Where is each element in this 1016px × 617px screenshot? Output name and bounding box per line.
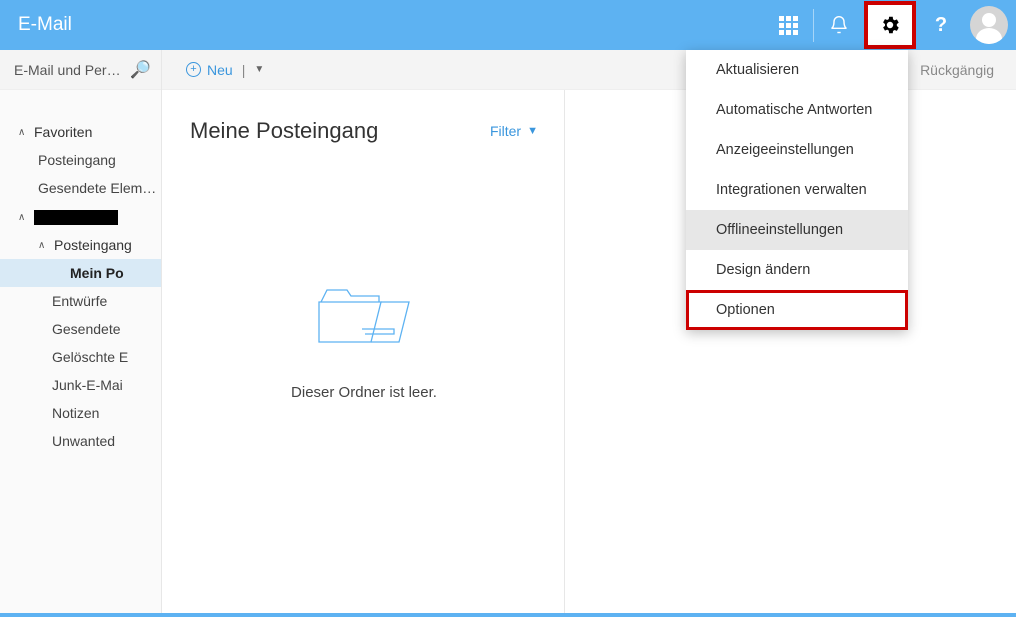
chevron-up-icon: ∧ — [38, 240, 48, 251]
filter-dropdown[interactable]: Filter ▼ — [490, 123, 538, 139]
top-icon-tray: ? — [763, 0, 1016, 50]
menu-item-display[interactable]: Anzeigeeinstellungen — [686, 130, 908, 170]
help-button[interactable]: ? — [916, 0, 966, 50]
search-icon: 🔍 — [130, 60, 151, 80]
bottom-accent-bar — [0, 613, 1016, 617]
favorites-group-header[interactable]: ∧ Favoriten — [0, 118, 161, 146]
filter-label: Filter — [490, 123, 521, 139]
new-label: Neu — [207, 62, 233, 78]
menu-item-offline[interactable]: Offlineeinstellungen — [686, 210, 908, 250]
menu-item-options[interactable]: Optionen — [686, 290, 908, 330]
empty-text: Dieser Ordner ist leer. — [190, 384, 538, 401]
app-top-bar: E-Mail ? — [0, 0, 1016, 50]
inbox-group-header[interactable]: ∧ Posteingang — [0, 231, 161, 259]
sidebar-item-drafts[interactable]: Entwürfe — [0, 287, 161, 315]
bell-icon — [829, 15, 849, 35]
favorites-label: Favoriten — [34, 124, 92, 140]
chevron-down-icon: ▼ — [527, 125, 538, 137]
notifications-button[interactable] — [814, 0, 864, 50]
sidebar-item-mein-posteingang[interactable]: Mein Po — [0, 259, 161, 287]
search-box[interactable]: E-Mail und Perso... 🔍 — [0, 50, 162, 90]
app-launcher-button[interactable] — [763, 0, 813, 50]
sidebar-item-notes[interactable]: Notizen — [0, 399, 161, 427]
pane-title: Meine Posteingang — [190, 118, 378, 144]
app-title: E-Mail — [18, 14, 72, 36]
account-label-redacted — [34, 210, 118, 225]
profile-avatar[interactable] — [970, 6, 1008, 44]
undo-button[interactable]: Rückgängig — [920, 62, 994, 78]
empty-folder-state: Dieser Ordner ist leer. — [190, 284, 538, 401]
gear-icon — [879, 14, 901, 36]
sidebar-item-inbox-fav[interactable]: Posteingang — [0, 146, 161, 174]
chevron-down-icon: ▼ — [254, 64, 264, 75]
search-placeholder: E-Mail und Perso... — [14, 62, 124, 78]
sidebar-item-unwanted[interactable]: Unwanted — [0, 427, 161, 455]
menu-item-integrations[interactable]: Integrationen verwalten — [686, 170, 908, 210]
account-group-header[interactable]: ∧ — [0, 204, 161, 231]
folder-sidebar: ∧ Favoriten Posteingang Gesendete Elemen… — [0, 90, 162, 613]
menu-item-theme[interactable]: Design ändern — [686, 250, 908, 290]
inbox-group-label: Posteingang — [54, 237, 132, 253]
pane-header: Meine Posteingang Filter ▼ — [190, 118, 538, 144]
folder-icon — [309, 284, 419, 354]
sidebar-item-junk[interactable]: Junk-E-Mai — [0, 371, 161, 399]
chevron-up-icon: ∧ — [18, 127, 28, 138]
sidebar-item-deleted[interactable]: Gelöschte E — [0, 343, 161, 371]
sidebar-item-sent[interactable]: Gesendete — [0, 315, 161, 343]
sidebar-item-sent-fav[interactable]: Gesendete Elemente — [0, 174, 161, 202]
new-button[interactable]: + Neu | ▼ — [186, 62, 264, 78]
message-list-pane: Meine Posteingang Filter ▼ Dieser Ordner… — [162, 90, 565, 613]
chevron-up-icon: ∧ — [18, 212, 28, 223]
settings-button[interactable] — [864, 1, 916, 49]
menu-item-autoreply[interactable]: Automatische Antworten — [686, 90, 908, 130]
plus-icon: + — [186, 62, 201, 77]
menu-item-refresh[interactable]: Aktualisieren — [686, 50, 908, 90]
waffle-icon — [779, 16, 798, 35]
help-icon: ? — [935, 14, 947, 37]
settings-menu: Aktualisieren Automatische Antworten Anz… — [686, 50, 908, 330]
